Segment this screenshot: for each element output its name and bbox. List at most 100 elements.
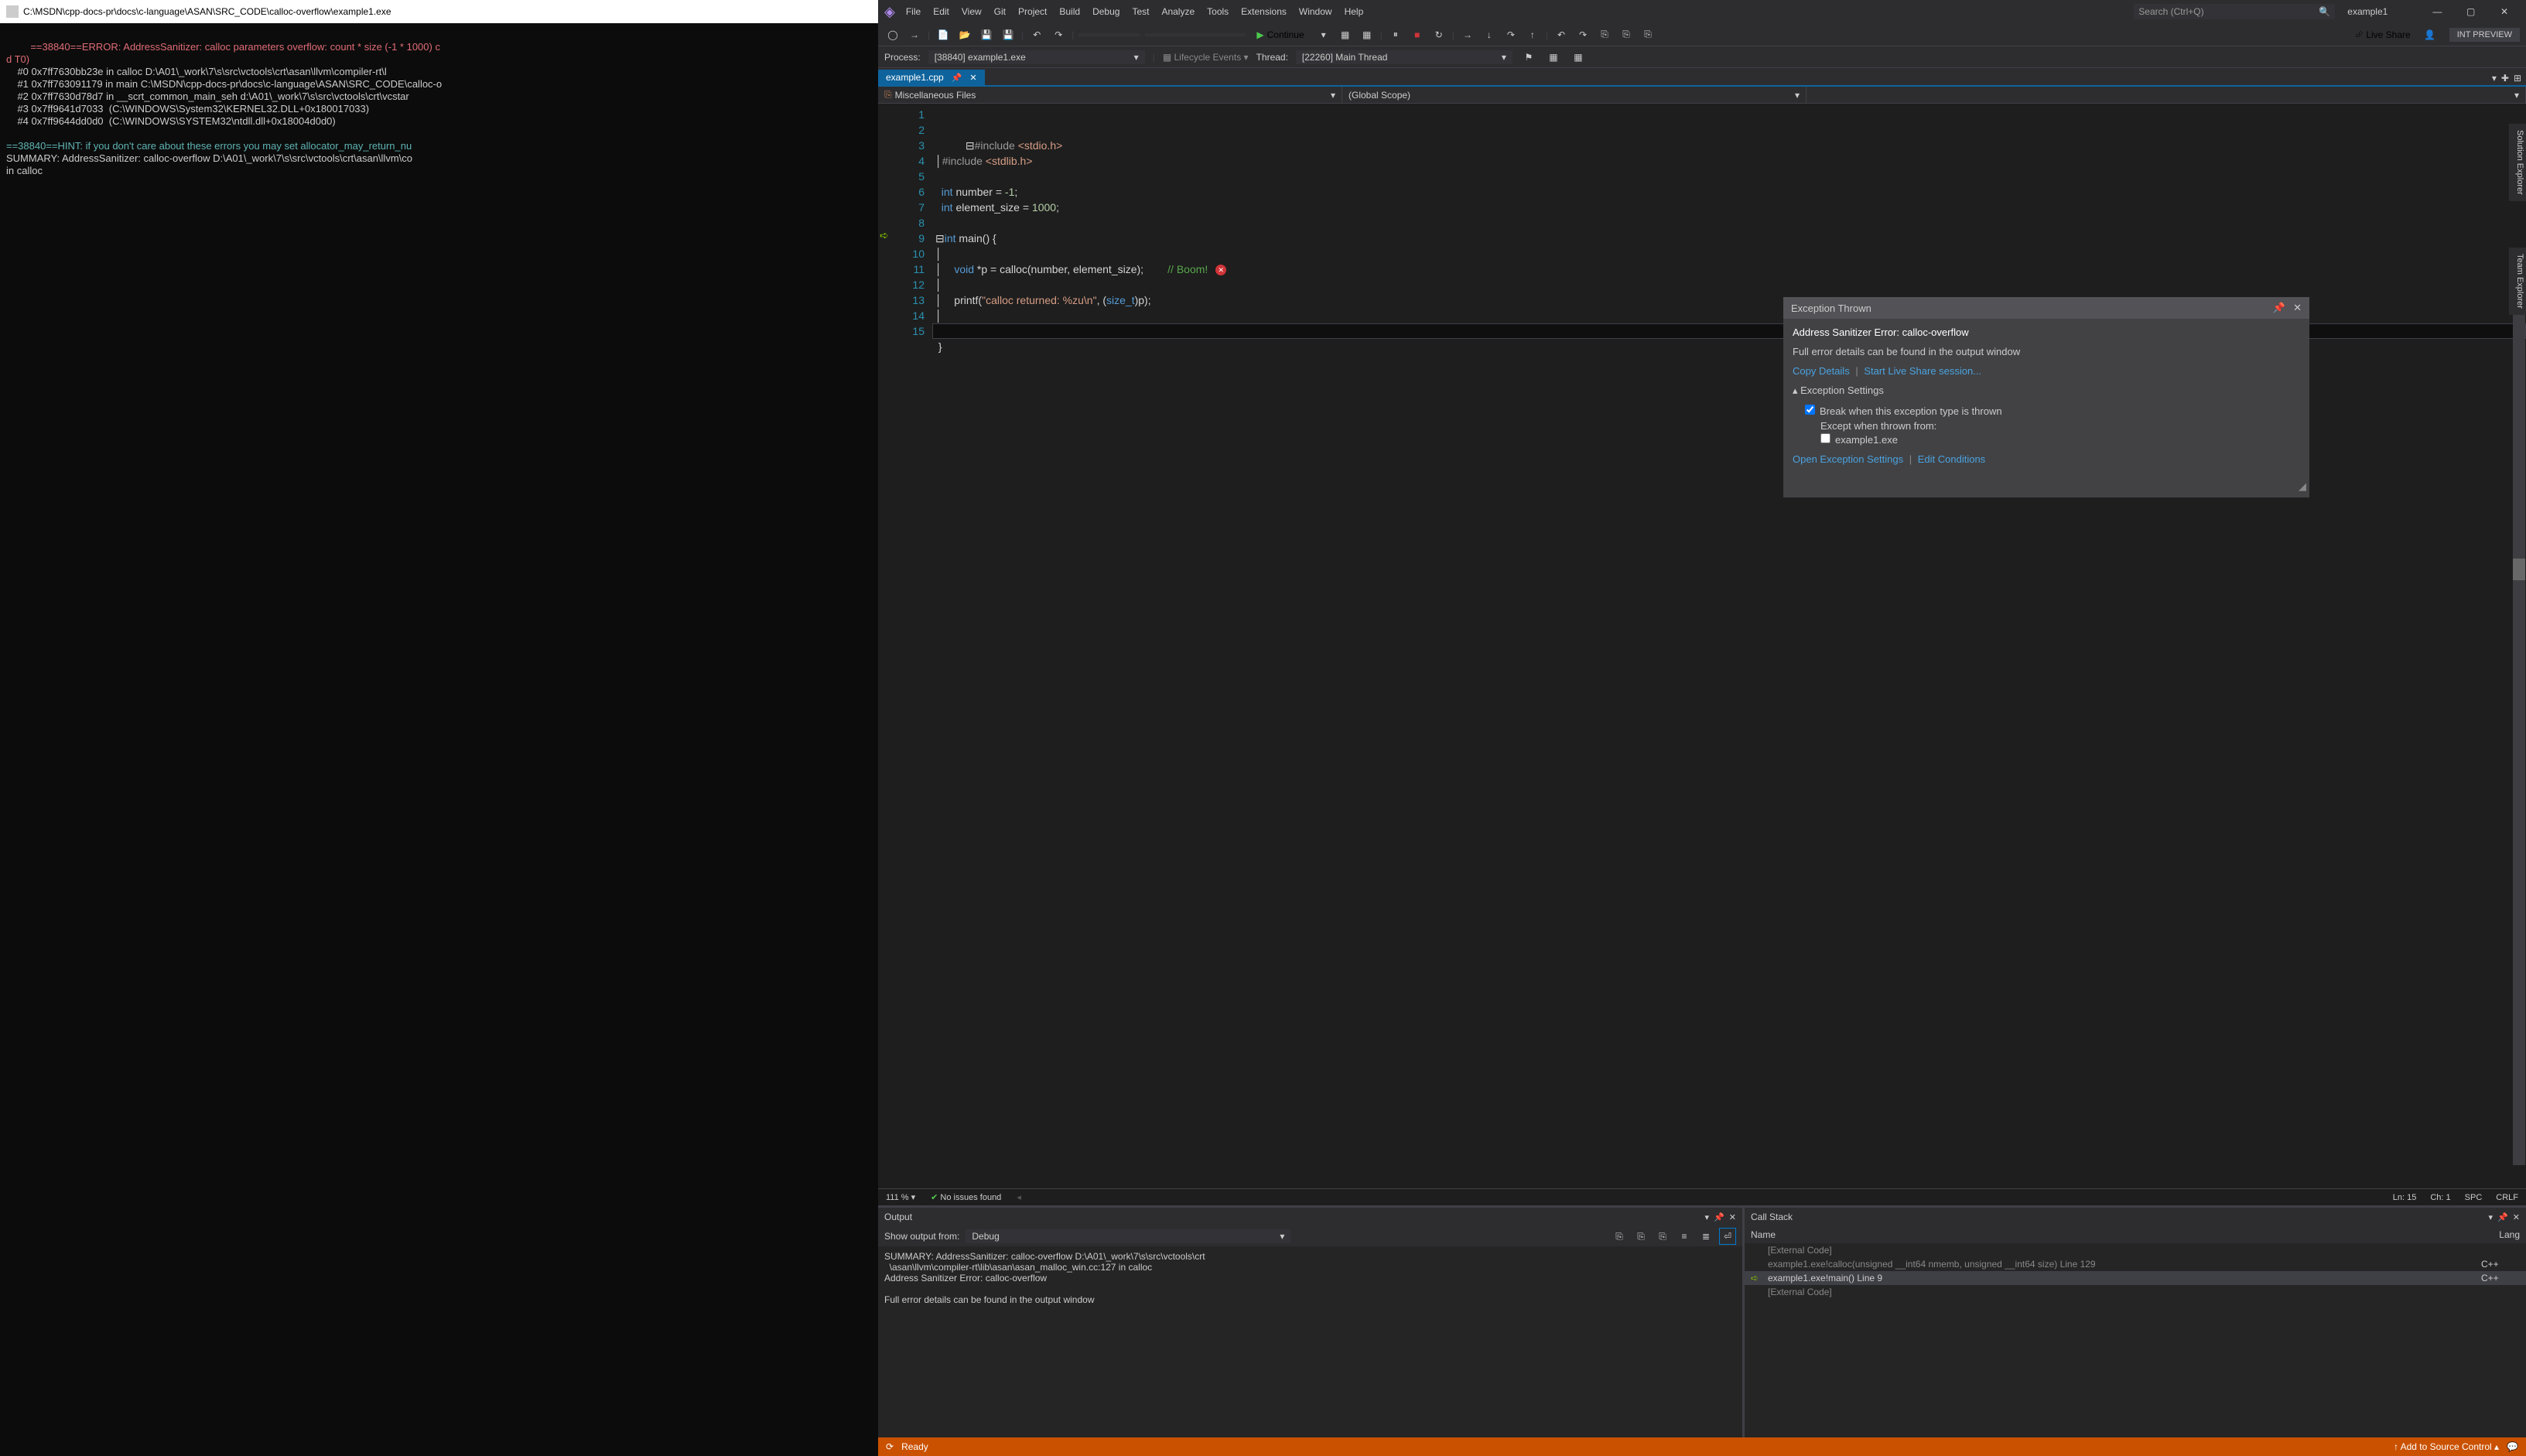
tool-icon-1[interactable]: ▦: [1337, 26, 1354, 43]
flag-icon[interactable]: ⚑: [1520, 49, 1537, 66]
thread-dropdown[interactable]: [22260] Main Thread▾: [1296, 50, 1513, 64]
stackframe-icon[interactable]: ▦: [1545, 49, 1562, 66]
menu-view[interactable]: View: [957, 5, 986, 19]
debug-target-icon[interactable]: ▾: [1315, 26, 1332, 43]
solution-explorer-tab[interactable]: Solution Explorer: [2509, 124, 2526, 201]
pin-popup-icon[interactable]: 📌: [2273, 302, 2285, 314]
cs-row[interactable]: [External Code]: [1745, 1243, 2526, 1257]
menu-analyze[interactable]: Analyze: [1157, 5, 1199, 19]
feedback-icon[interactable]: 👤: [2422, 26, 2439, 43]
panel-dropdown-icon[interactable]: ▾: [1705, 1212, 1710, 1222]
open-file-icon[interactable]: 📂: [956, 26, 973, 43]
close-popup-icon[interactable]: ✕: [2293, 302, 2302, 314]
cs-row-current[interactable]: ➪example1.exe!main() Line 9C++: [1745, 1271, 2526, 1285]
save-icon[interactable]: 💾: [978, 26, 995, 43]
cs-col-lang[interactable]: Lang: [2499, 1229, 2520, 1240]
panel-pin-icon[interactable]: 📌: [1714, 1212, 1724, 1222]
menu-test[interactable]: Test: [1127, 5, 1154, 19]
continue-button[interactable]: ▶ Continue: [1250, 28, 1310, 42]
new-file-icon[interactable]: 📄: [935, 26, 952, 43]
tool-icon-6[interactable]: ⎘: [1618, 26, 1635, 43]
tab-add-icon[interactable]: ✚: [2501, 73, 2509, 84]
cs-row[interactable]: example1.exe!calloc(unsigned __int64 nme…: [1745, 1257, 2526, 1271]
redo-button[interactable]: ↷: [1050, 26, 1067, 43]
menu-edit[interactable]: Edit: [928, 5, 954, 19]
search-input[interactable]: Search (Ctrl+Q) 🔍: [2134, 4, 2335, 19]
step-into-button[interactable]: ↓: [1481, 26, 1498, 43]
nav-member-dropdown[interactable]: ▾: [1806, 87, 2526, 103]
tool-icon-5[interactable]: ⎘: [1596, 26, 1613, 43]
cs-col-name[interactable]: Name: [1751, 1229, 2499, 1240]
nav-fwd-button[interactable]: →: [906, 26, 923, 43]
code-editor[interactable]: 123 456 789 101112 131415 ➪ ⊟#include <s…: [878, 104, 2526, 1188]
cs-close-icon[interactable]: ✕: [2513, 1212, 2520, 1222]
notifications-icon[interactable]: 💬: [2507, 1441, 2518, 1452]
close-tab-icon[interactable]: ✕: [969, 73, 976, 83]
output-source-dropdown[interactable]: Debug▾: [966, 1229, 1290, 1243]
menu-window[interactable]: Window: [1294, 5, 1337, 19]
lifecycle-events[interactable]: ▦ Lifecycle Events ▾: [1163, 52, 1249, 63]
no-issues[interactable]: ✔ No issues found: [931, 1192, 1001, 1202]
pin-icon[interactable]: 📌: [952, 73, 962, 83]
menu-build[interactable]: Build: [1054, 5, 1085, 19]
edit-conditions-link[interactable]: Edit Conditions: [1918, 453, 1985, 465]
console-titlebar[interactable]: C:\MSDN\cpp-docs-pr\docs\c-language\ASAN…: [0, 0, 878, 23]
team-explorer-tab[interactable]: Team Explorer: [2509, 248, 2526, 315]
cs-dropdown-icon[interactable]: ▾: [2489, 1212, 2494, 1222]
add-source-control[interactable]: ↑ Add to Source Control ▴: [2394, 1441, 2499, 1452]
tool-icon-3[interactable]: ↶: [1553, 26, 1570, 43]
tool-icon-7[interactable]: ⎘: [1639, 26, 1656, 43]
output-btn-3[interactable]: ⎘: [1654, 1228, 1671, 1245]
exception-settings-header[interactable]: ▴ Exception Settings: [1793, 385, 2300, 397]
process-dropdown[interactable]: [38840] example1.exe▾: [928, 50, 1145, 64]
start-live-share-link[interactable]: Start Live Share session...: [1864, 365, 1981, 377]
scroll-left-icon[interactable]: ◂: [1017, 1192, 1021, 1202]
nav-back-button[interactable]: ◯: [884, 26, 901, 43]
panel-close-icon[interactable]: ✕: [1729, 1212, 1736, 1222]
output-btn-4[interactable]: ≡: [1676, 1228, 1693, 1245]
output-btn-6[interactable]: ⏎: [1719, 1228, 1736, 1245]
step-over-button[interactable]: ↷: [1502, 26, 1519, 43]
break-all-button[interactable]: ⏸: [1387, 26, 1404, 43]
menu-tools[interactable]: Tools: [1202, 5, 1233, 19]
menu-project[interactable]: Project: [1013, 5, 1051, 19]
menu-file[interactable]: File: [901, 5, 925, 19]
stackframe-icon-2[interactable]: ▦: [1570, 49, 1587, 66]
copy-details-link[interactable]: Copy Details: [1793, 365, 1850, 377]
step-out-button[interactable]: ↑: [1524, 26, 1541, 43]
break-when-checkbox[interactable]: Break when this exception type is thrown: [1805, 405, 2002, 417]
minimize-button[interactable]: —: [2422, 1, 2453, 22]
cs-pin-icon[interactable]: 📌: [2497, 1212, 2508, 1222]
editor-scrollbar[interactable]: [2513, 296, 2525, 1165]
show-next-stmt-icon[interactable]: →: [1459, 26, 1476, 43]
tool-icon-2[interactable]: ▦: [1359, 26, 1376, 43]
tab-menu-icon[interactable]: ▾: [2492, 73, 2497, 84]
except-item-checkbox[interactable]: example1.exe: [1820, 434, 1898, 446]
close-button[interactable]: ✕: [2489, 1, 2520, 22]
output-btn-1[interactable]: ⎘: [1611, 1228, 1628, 1245]
tool-icon-4[interactable]: ↷: [1574, 26, 1591, 43]
platform-dropdown[interactable]: [1145, 33, 1246, 36]
nav-scope-dropdown[interactable]: (Global Scope)▾: [1342, 87, 1806, 103]
save-all-icon[interactable]: 💾: [1000, 26, 1017, 43]
config-dropdown[interactable]: [1078, 33, 1140, 36]
output-text[interactable]: SUMMARY: AddressSanitizer: calloc-overfl…: [878, 1246, 1742, 1437]
undo-button[interactable]: ↶: [1028, 26, 1045, 43]
nav-project-dropdown[interactable]: ⎘ Miscellaneous Files▾: [878, 87, 1342, 103]
code-text[interactable]: ➪ ⊟#include <stdio.h> │#include <stdlib.…: [932, 104, 2526, 1188]
open-exception-settings-link[interactable]: Open Exception Settings: [1793, 453, 1903, 465]
maximize-button[interactable]: ▢: [2456, 1, 2487, 22]
tab-example1-cpp[interactable]: example1.cpp 📌 ✕: [878, 70, 985, 85]
menu-git[interactable]: Git: [990, 5, 1010, 19]
menu-extensions[interactable]: Extensions: [1236, 5, 1291, 19]
menu-debug[interactable]: Debug: [1088, 5, 1124, 19]
resize-grip-icon[interactable]: ◢: [1783, 480, 2309, 493]
live-share-button[interactable]: ⮵ Live Share: [2350, 27, 2417, 42]
tab-settings-icon[interactable]: ⊞: [2514, 73, 2521, 84]
restart-button[interactable]: ↻: [1430, 26, 1448, 43]
zoom-level[interactable]: 111 % ▾: [886, 1192, 915, 1202]
menu-help[interactable]: Help: [1340, 5, 1369, 19]
cs-row[interactable]: [External Code]: [1745, 1285, 2526, 1299]
output-btn-5[interactable]: ≣: [1697, 1228, 1714, 1245]
output-btn-2[interactable]: ⎘: [1632, 1228, 1649, 1245]
